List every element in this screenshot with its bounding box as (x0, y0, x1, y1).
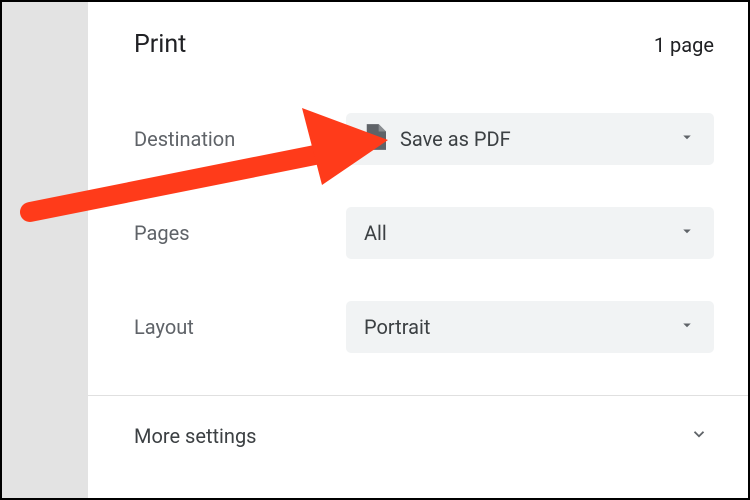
chevron-down-icon (678, 316, 696, 338)
preview-sidebar (2, 2, 88, 498)
layout-value: Portrait (364, 315, 678, 339)
page-title: Print (134, 30, 186, 59)
panel-header: Print 1 page (134, 30, 714, 59)
layout-row: Layout Portrait (134, 301, 714, 353)
more-settings-label: More settings (134, 424, 257, 448)
more-settings-toggle[interactable]: More settings (134, 396, 714, 448)
pages-select[interactable]: All (346, 207, 714, 259)
document-icon (364, 124, 400, 154)
chevron-down-icon (678, 128, 696, 150)
layout-select[interactable]: Portrait (346, 301, 714, 353)
destination-value: Save as PDF (400, 127, 678, 151)
destination-select[interactable]: Save as PDF (346, 113, 714, 165)
destination-row: Destination Save as PDF (134, 113, 714, 165)
chevron-down-icon (678, 222, 696, 244)
pages-row: Pages All (134, 207, 714, 259)
pages-label: Pages (134, 221, 346, 245)
destination-label: Destination (134, 127, 346, 151)
page-count-text: 1 page (654, 33, 714, 57)
print-settings-panel: Print 1 page Destination Save as PDF Pag… (88, 2, 748, 498)
layout-label: Layout (134, 315, 346, 339)
chevron-down-icon (690, 425, 708, 447)
pages-value: All (364, 221, 678, 245)
